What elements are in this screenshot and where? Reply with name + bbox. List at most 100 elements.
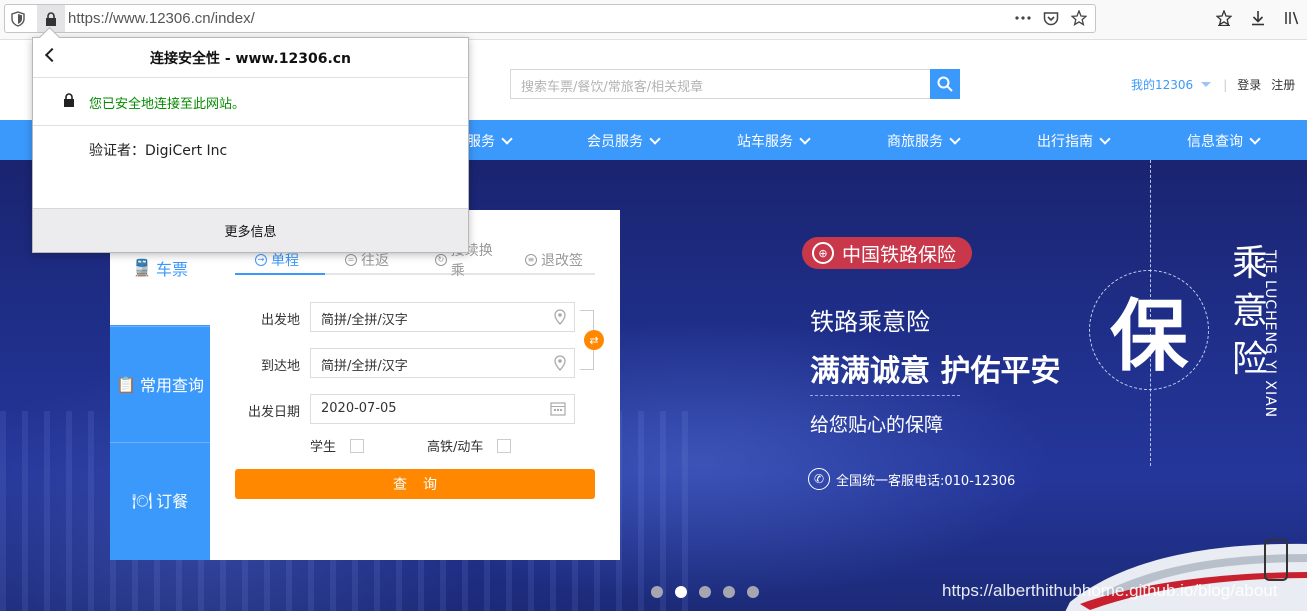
- nav-item-business[interactable]: 商旅服务: [887, 131, 961, 151]
- query-button[interactable]: 查询: [235, 469, 595, 499]
- nav-label: 出行指南: [1037, 134, 1093, 150]
- star-icon[interactable]: [1071, 10, 1087, 26]
- search-input[interactable]: 搜索车票/餐饮/常旅客/相关规章: [510, 69, 930, 99]
- from-placeholder: 简拼/全拼/汉字: [321, 313, 408, 328]
- date-label: 出发日期: [247, 405, 300, 420]
- back-arrow-icon[interactable]: [44, 47, 60, 63]
- popup-title: 连接安全性 - www.12306.cn: [149, 50, 352, 67]
- chevron-down-icon[interactable]: [1201, 82, 1212, 87]
- highspeed-label: 高铁/动车: [427, 440, 484, 455]
- nav-label: 信息查询: [1187, 134, 1243, 150]
- booking-panel: 🚆 车票 📋 常用查询 🍽 订餐 → 单程 = 往返 ↻ 接续换乘 ≡ 退改签 出发地 …: [110, 210, 620, 560]
- popup-header: 连接安全性 - www.12306.cn: [33, 38, 468, 78]
- to-station-input[interactable]: 简拼/全拼/汉字: [310, 348, 575, 378]
- side-tab-label: 常用查询: [139, 376, 204, 395]
- side-tab-meal[interactable]: 🍽 订餐: [110, 442, 210, 557]
- secure-text: 您已安全地连接至此网站。: [89, 96, 246, 112]
- chevron-down-icon: [649, 132, 661, 145]
- to-placeholder: 简拼/全拼/汉字: [321, 359, 408, 374]
- highspeed-checkbox[interactable]: [497, 438, 512, 453]
- train-icon: 🚆: [132, 258, 152, 277]
- nav-label: 会员服务: [587, 134, 643, 150]
- user-links: 我的12306 | 登录 注册: [1131, 76, 1305, 93]
- to-label: 到达地: [260, 359, 300, 374]
- carousel-dot[interactable]: [651, 586, 663, 598]
- service-phone: ✆ 全国统一客服电话:010-12306: [808, 468, 1015, 490]
- banner-line2: 满满诚意 护佑平安: [810, 354, 1061, 389]
- library-icon[interactable]: [1283, 9, 1301, 27]
- nav-item-station[interactable]: 站车服务: [737, 131, 811, 151]
- nav-item-guide[interactable]: 出行指南: [1037, 131, 1111, 151]
- dish-icon: 🍽: [131, 490, 153, 510]
- secure-connection-row: 您已安全地连接至此网站。: [33, 79, 468, 126]
- railway-logo-icon: ⊕: [812, 242, 834, 264]
- my-account-link[interactable]: 我的12306: [1131, 76, 1193, 93]
- student-option: 学生: [310, 436, 365, 455]
- banner-line3: 给您贴心的保障: [810, 414, 944, 436]
- vertical-subtitle: TIE LUCHENG YI XIAN: [1262, 250, 1278, 419]
- swap-stations-button[interactable]: ⇄: [584, 330, 604, 350]
- nav-item-info[interactable]: 信息查询: [1187, 131, 1261, 151]
- carousel-dots: [651, 586, 759, 598]
- connection-security-popup: 连接安全性 - www.12306.cn 您已安全地连接至此网站。 验证者：Di…: [32, 37, 469, 253]
- refund-icon: ≡: [525, 253, 537, 266]
- student-checkbox[interactable]: [350, 438, 365, 453]
- carousel-dot[interactable]: [723, 586, 735, 598]
- nav-item-member[interactable]: 会员服务: [587, 131, 661, 151]
- nav-item-services[interactable]: 服务: [467, 131, 513, 151]
- tab-refund-change[interactable]: ≡ 退改签: [505, 246, 595, 273]
- more-icon[interactable]: [1015, 10, 1031, 26]
- banner-divider: [810, 395, 960, 396]
- bookmark-star-icon[interactable]: [1215, 9, 1233, 27]
- lock-icon: [63, 93, 75, 111]
- tab-label: 退改签: [541, 252, 583, 269]
- location-pin-icon: [554, 355, 566, 375]
- badge-text: 中国铁路保险: [842, 243, 957, 266]
- round-trip-icon: =: [345, 253, 357, 266]
- banner-line1: 铁路乘意险: [810, 308, 930, 336]
- pocket-icon[interactable]: [1043, 10, 1059, 26]
- nav-label: 站车服务: [737, 134, 793, 150]
- booking-side-tabs: 🚆 车票 📋 常用查询 🍽 订餐: [110, 210, 210, 560]
- highspeed-option: 高铁/动车: [427, 436, 512, 455]
- chevron-down-icon: [501, 132, 513, 145]
- phone-text: 全国统一客服电话:010-12306: [836, 473, 1016, 489]
- chevron-down-icon: [949, 132, 961, 145]
- calendar-icon: [550, 401, 566, 420]
- login-link[interactable]: 登录: [1237, 76, 1261, 93]
- student-label: 学生: [310, 440, 337, 455]
- chevron-down-icon: [1099, 132, 1111, 145]
- chevron-down-icon: [799, 132, 811, 145]
- divider: |: [1223, 77, 1228, 92]
- download-icon[interactable]: [1249, 9, 1267, 27]
- carousel-dot[interactable]: [747, 586, 759, 598]
- url-bar[interactable]: https://www.12306.cn/index/: [4, 4, 1096, 33]
- carousel-dot-active[interactable]: [675, 586, 687, 598]
- verifier-text: 验证者：DigiCert Inc: [89, 143, 228, 159]
- register-link[interactable]: 注册: [1271, 76, 1295, 93]
- browser-toolbar: https://www.12306.cn/index/: [0, 0, 1307, 40]
- phone-icon: ✆: [808, 468, 830, 490]
- side-tab-common-query[interactable]: 📋 常用查询: [110, 326, 210, 441]
- date-value: 2020-07-05: [321, 401, 397, 416]
- shield-icon[interactable]: [11, 11, 27, 27]
- transfer-icon: ↻: [435, 253, 447, 266]
- nav-label: 服务: [467, 134, 495, 150]
- from-station-input[interactable]: 简拼/全拼/汉字: [310, 302, 575, 332]
- insurance-badge: ⊕ 中国铁路保险: [802, 237, 973, 269]
- watermark: https://alberthithubhome.github.io/blog/…: [942, 581, 1278, 600]
- url-text[interactable]: https://www.12306.cn/index/: [68, 10, 255, 27]
- date-input[interactable]: 2020-07-05: [310, 394, 575, 424]
- search-button[interactable]: [930, 69, 960, 99]
- carousel-dot[interactable]: [699, 586, 711, 598]
- chevron-down-icon: [1249, 132, 1261, 145]
- nav-label: 商旅服务: [887, 134, 943, 150]
- from-label: 出发地: [260, 313, 300, 328]
- location-pin-icon: [554, 309, 566, 329]
- side-tab-label: 车票: [155, 259, 188, 279]
- bao-circle: 保: [1089, 270, 1209, 390]
- side-tab-label: 订餐: [156, 492, 189, 511]
- more-info-button[interactable]: 更多信息: [33, 208, 468, 252]
- clipboard-search-icon: 📋: [116, 374, 136, 394]
- arrow-circle-icon: →: [255, 253, 267, 266]
